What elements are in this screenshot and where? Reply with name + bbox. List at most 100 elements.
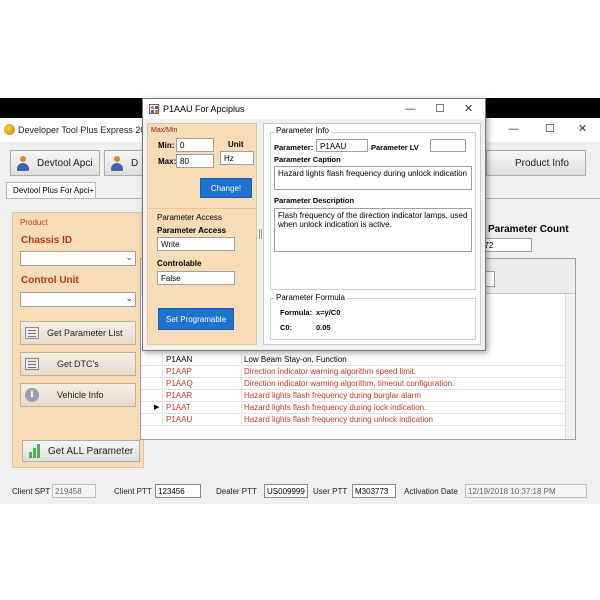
chevron-down-icon: ⌄ [125,253,133,263]
get-dtcs-label: Get DTC's [57,359,99,369]
parameter-formula-group [270,298,476,340]
parameter-description-field[interactable]: Flash frequency of the direction indicat… [274,208,472,252]
dialog-minimize-icon[interactable]: — [405,102,416,115]
parameter-caption-field[interactable]: Hazard lights flash frequency during unl… [274,166,472,190]
info-icon: i [25,388,39,402]
tab-devtool-plus-label: Devtool Plus For Apci+ [13,186,95,195]
row-code: P1AAT [166,403,191,412]
control-unit-select[interactable]: ⌄ [20,292,136,307]
table-row[interactable]: P1AAU Hazard lights flash frequency durin… [141,414,565,426]
product-info-label: Product Info [515,157,569,169]
unit-label: Unit [228,140,244,149]
product-info-button[interactable]: Product Info [486,150,586,176]
person-icon [109,155,125,171]
cell-divider [241,414,242,426]
tab-devtool-plus[interactable]: Devtool Plus For Apci+ [6,182,96,198]
change-button[interactable]: Change! [200,178,252,198]
control-unit-label: Control Unit [21,275,79,286]
row-code: P1AAQ [166,379,193,388]
dialog-title: P1AAU For Apciplus [163,104,245,114]
parameter-lv-field[interactable] [430,139,466,152]
chassis-id-select[interactable]: ⌄ [20,251,136,266]
cell-divider [241,378,242,390]
get-dtcs-button[interactable]: Get DTC's [20,352,136,376]
maxmin-divider [148,208,256,209]
chevron-down-icon: ⌄ [125,294,133,304]
row-code: P1AAN [166,355,193,364]
table-row[interactable]: P1AAP Direction indicator warning algorit… [141,366,565,378]
list-icon [25,327,39,339]
table-row[interactable]: P1AAN Low Beam Stay-on, Function [141,354,565,366]
row-selected-indicator: ▶ [154,404,160,411]
parameter-caption-label: Parameter Caption [274,155,341,164]
devtool-apci-button[interactable]: Devtool Apci [10,150,100,176]
max-input[interactable]: 80 [176,154,214,168]
parameter-field[interactable]: P1AAU [316,139,368,152]
row-code: P1AAP [166,367,192,376]
parameter-info-title: Parameter Info [274,126,331,135]
parameter-count-label: Parameter Count [488,224,569,235]
product-group-title: Product [20,218,48,227]
row-description: Direction indicator warning algorithm sp… [244,367,417,376]
row-description: Hazard lights flash frequency during unl… [244,415,433,424]
row-code: P1AAR [166,391,193,400]
row-header[interactable] [141,390,163,402]
c0-label: C0: [280,323,293,332]
c0-value: 0.05 [316,323,331,332]
parameter-access-label: Parameter Access [157,226,227,235]
row-header[interactable] [141,414,163,426]
maximize-icon[interactable]: ☐ [545,122,555,135]
client-ptt-field[interactable]: 123456 [155,484,201,498]
unit-input[interactable]: Hz [220,151,254,165]
dtc-icon [25,358,39,370]
min-input[interactable]: 0 [176,138,214,152]
minimize-icon[interactable]: — [508,122,519,135]
row-description: Hazard lights flash frequency during bur… [244,391,421,400]
user-ptt-field[interactable]: M303773 [352,484,396,498]
dealer-ptt-label: Dealer PTT [216,487,257,496]
client-spt-field: 219458 [52,484,96,498]
get-parameter-list-button[interactable]: Get Parameter List [20,321,136,345]
vehicle-info-button[interactable]: i Vehicle Info [20,383,136,407]
devtool-apci-label: Devtool Apci [37,157,93,169]
row-description: Low Beam Stay-on, Function [244,355,347,364]
max-label: Max: [158,157,177,166]
row-header[interactable] [141,366,163,378]
dialog-close-icon[interactable]: ✕ [464,102,473,115]
cell-divider [241,354,242,366]
activation-date-label: Activation Date [404,487,458,496]
client-spt-label: Client SPT [12,487,51,496]
dialog-maximize-icon[interactable]: ☐ [435,102,445,115]
second-tool-button[interactable]: D [104,150,144,176]
controlable-field[interactable]: False [157,271,235,285]
chassis-id-label: Chassis ID [21,235,73,246]
person-icon [15,155,31,171]
close-icon[interactable]: ✕ [578,122,587,135]
table-row[interactable]: P1AAQ Direction indicator warning algorit… [141,378,565,390]
row-code: P1AAU [166,415,193,424]
parameter-lv-label: Parameter LV [371,143,419,152]
table-row[interactable]: P1AAR Hazard lights flash frequency durin… [141,390,565,402]
vehicle-info-label: Vehicle Info [57,390,104,400]
access-group-title: Parameter Access [157,213,222,222]
table-scrollbar[interactable] [565,294,575,439]
dialog-left-panel: Max/Min Min: 0 Max: 80 Unit Hz Change! P… [147,123,257,345]
dealer-ptt-field[interactable]: US009999 [264,484,308,498]
row-description: Hazard lights flash frequency during loc… [244,403,427,412]
table-row[interactable]: ▶ P1AAT Hazard lights flash frequency duri… [141,402,565,414]
set-programable-button[interactable]: Set Programable [158,308,234,330]
parameter-access-field[interactable]: Write [157,237,235,251]
panel-splitter[interactable] [259,229,262,239]
cell-divider [241,402,242,414]
status-bar: Client SPT 219458 Client PTT 123456 Deal… [0,480,600,502]
cell-divider [241,390,242,402]
get-all-parameter-button[interactable]: Get ALL Parameter [22,440,140,462]
formula-value: x=y/C0 [316,308,341,317]
parameter-formula-title: Parameter Formula [274,293,347,302]
parameter-info-panel: Parameter Info Parameter: P1AAU Paramete… [263,123,481,345]
main-window-title: Developer Tool Plus Express 2018 [18,125,156,135]
get-parameter-list-label: Get Parameter List [47,328,123,338]
cell-divider [241,366,242,378]
row-header[interactable] [141,378,163,390]
row-header[interactable] [141,354,163,366]
